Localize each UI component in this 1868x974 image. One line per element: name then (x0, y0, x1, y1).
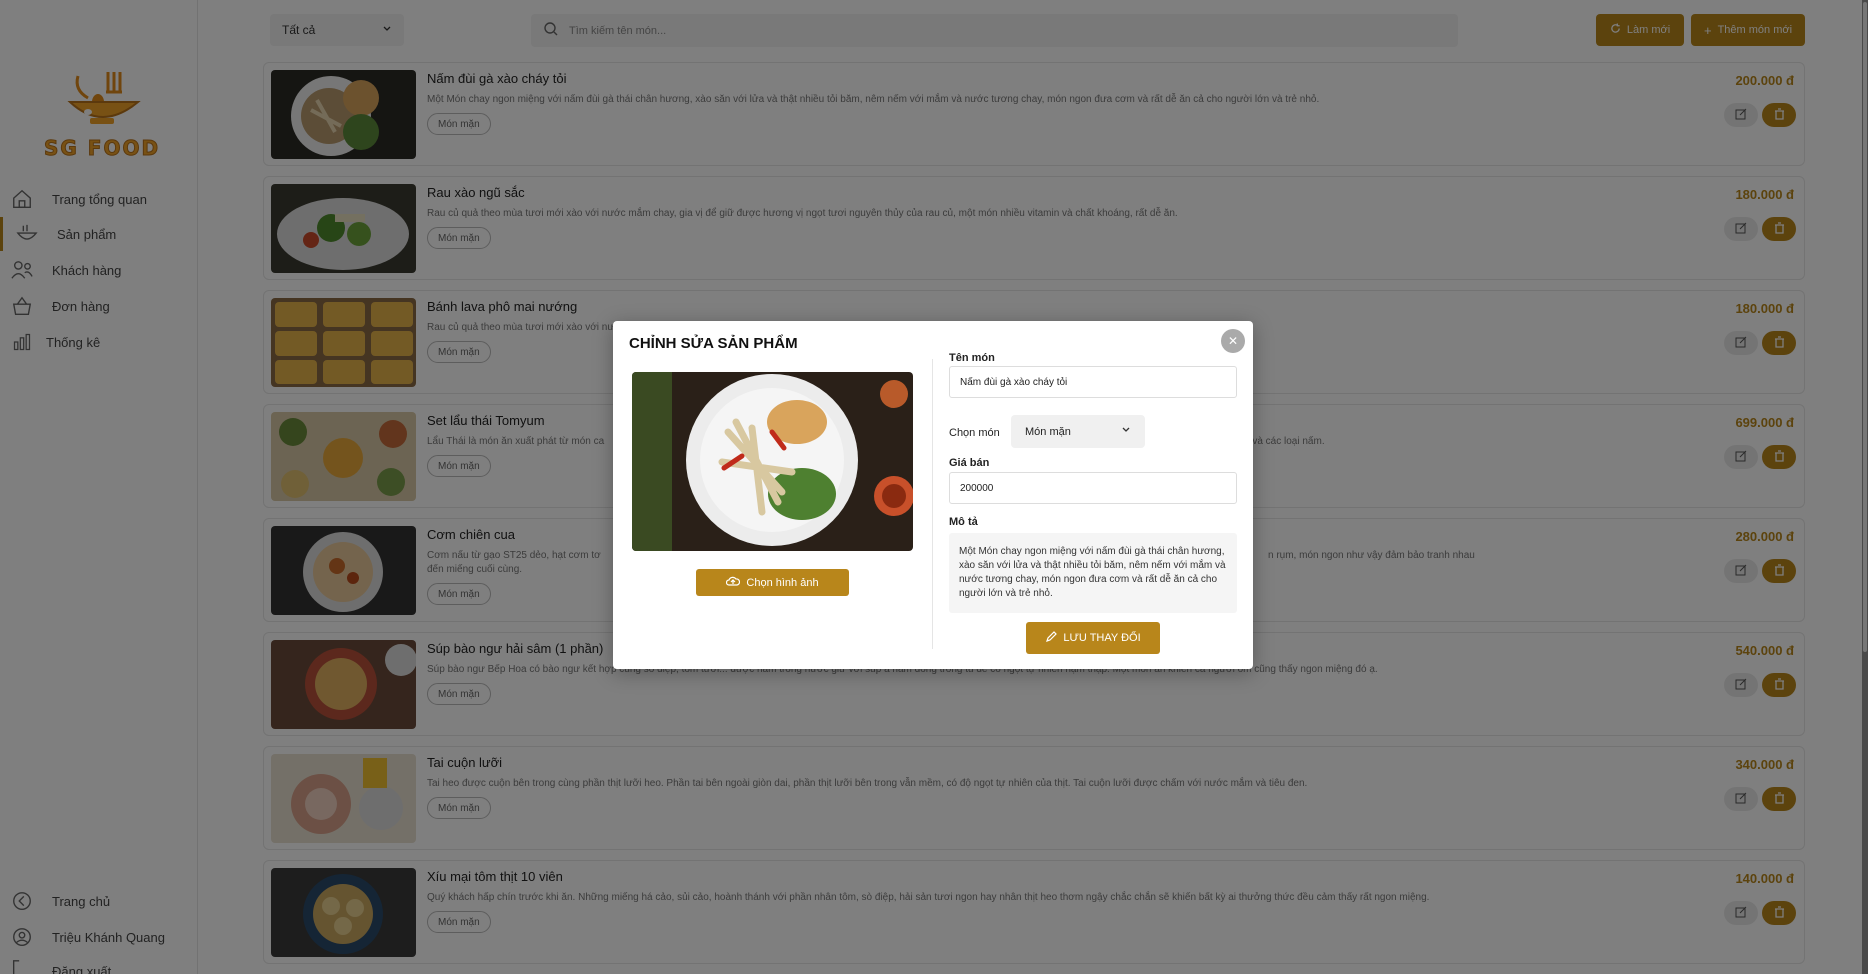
choose-image-button[interactable]: Chọn hình ảnh (696, 569, 849, 596)
name-field[interactable]: Nấm đùi gà xào cháy tỏi (949, 366, 1237, 398)
price-value: 200000 (960, 482, 994, 494)
chevron-down-icon (1121, 425, 1131, 438)
save-changes-button[interactable]: LƯU THAY ĐỔI (1026, 622, 1160, 654)
category-value: Món mặn (1025, 425, 1071, 438)
close-icon: ✕ (1227, 334, 1239, 348)
close-button[interactable]: ✕ (1221, 329, 1245, 353)
cloud-upload-icon (726, 575, 741, 590)
category-select[interactable]: Món mặn (1011, 415, 1145, 448)
price-field[interactable]: 200000 (949, 472, 1237, 504)
pencil-icon (1045, 630, 1058, 646)
page-scrollbar[interactable] (1862, 0, 1868, 974)
product-image-preview (632, 372, 913, 551)
scrollbar-thumb[interactable] (1863, 2, 1867, 652)
modal-divider (932, 359, 933, 649)
edit-product-modal: CHỈNH SỬA SẢN PHẨM ✕ Chọn hình ảnh Tên m… (613, 321, 1253, 669)
description-value: Một Món chay ngon miệng với nấm đùi gà t… (959, 546, 1226, 599)
price-label: Giá bán (949, 457, 990, 469)
description-textarea[interactable]: Một Món chay ngon miệng với nấm đùi gà t… (949, 533, 1237, 613)
choose-image-label: Chọn hình ảnh (746, 576, 819, 589)
name-value: Nấm đùi gà xào cháy tỏi (960, 376, 1068, 388)
modal-title: CHỈNH SỬA SẢN PHẨM (629, 335, 798, 352)
description-label: Mô tả (949, 516, 978, 528)
save-label: LƯU THAY ĐỔI (1063, 632, 1141, 644)
category-label: Chọn món (949, 427, 1000, 439)
name-label: Tên món (949, 352, 995, 364)
